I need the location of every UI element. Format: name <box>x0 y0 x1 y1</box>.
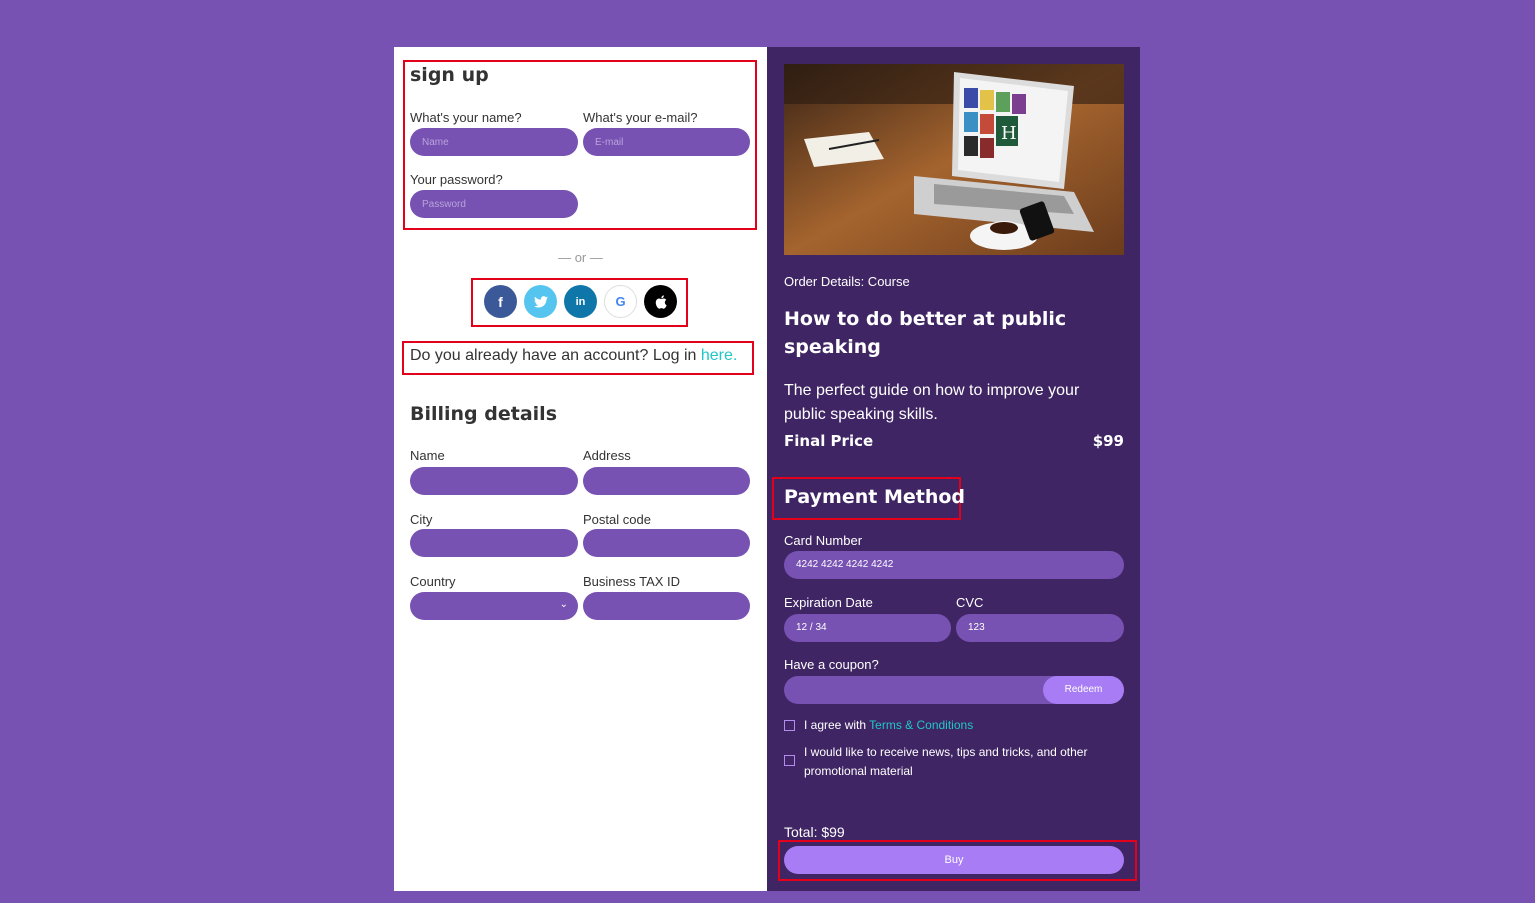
terms-text: I agree with Terms & Conditions <box>804 718 973 732</box>
name-label: What's your name? <box>410 110 522 125</box>
billing-name-input[interactable] <box>410 467 578 495</box>
expiry-input[interactable]: 12 / 34 <box>784 614 951 642</box>
billing-title: Billing details <box>410 403 557 425</box>
billing-city-input[interactable] <box>410 529 578 557</box>
login-link[interactable]: here. <box>701 347 737 364</box>
login-prompt: Do you already have an account? Log in h… <box>410 347 737 365</box>
buy-button[interactable]: Buy <box>784 846 1124 874</box>
redeem-button[interactable]: Redeem <box>1043 676 1124 704</box>
news-text: I would like to receive news, tips and t… <box>804 745 1088 778</box>
final-price-label: Final Price <box>784 432 874 450</box>
billing-name-label: Name <box>410 448 445 463</box>
cvc-input[interactable]: 123 <box>956 614 1124 642</box>
course-description: The perfect guide on how to improve your… <box>784 382 1080 423</box>
signup-title: sign up <box>410 64 489 86</box>
card-number-input[interactable]: 4242 4242 4242 4242 <box>784 551 1124 579</box>
svg-text:H: H <box>1001 123 1017 144</box>
billing-postal-input[interactable] <box>583 529 750 557</box>
or-divider: — or — <box>558 250 603 265</box>
terms-link[interactable]: Terms & Conditions <box>869 718 973 732</box>
coupon-label: Have a coupon? <box>784 657 879 672</box>
news-checkbox[interactable] <box>784 755 795 766</box>
checkout-card: sign up What's your name? What's your e-… <box>394 47 1140 891</box>
terms-prefix: I agree with <box>804 718 870 732</box>
signup-panel: sign up What's your name? What's your e-… <box>394 47 767 891</box>
final-price: $99 <box>1092 432 1124 450</box>
email-input[interactable] <box>583 128 750 156</box>
billing-city-label: City <box>410 512 433 527</box>
order-panel: H Order Details: Course How to do better… <box>767 47 1140 891</box>
country-select[interactable]: ⌄ <box>410 592 578 620</box>
login-prompt-text: Do you already have an account? Log in <box>410 347 701 364</box>
expiry-label: Expiration Date <box>784 595 873 610</box>
linkedin-icon[interactable]: in <box>564 285 597 318</box>
course-title: How to do better at public speaking <box>784 308 1067 358</box>
cvc-label: CVC <box>956 595 984 610</box>
payment-title: Payment Method <box>784 486 966 508</box>
card-number-label: Card Number <box>784 533 863 548</box>
google-icon[interactable]: G <box>604 285 637 318</box>
billing-country-label: Country <box>410 574 456 589</box>
billing-address-input[interactable] <box>583 467 750 495</box>
billing-tax-label: Business TAX ID <box>583 574 681 589</box>
total-label: Total: $99 <box>784 824 845 840</box>
name-input[interactable] <box>410 128 578 156</box>
password-input[interactable] <box>410 190 578 218</box>
billing-postal-label: Postal code <box>583 512 651 527</box>
twitter-icon[interactable] <box>524 285 557 318</box>
email-label: What's your e-mail? <box>583 110 698 125</box>
apple-icon[interactable] <box>644 285 677 318</box>
chevron-down-icon: ⌄ <box>559 599 568 610</box>
billing-address-label: Address <box>583 448 631 463</box>
password-label: Your password? <box>410 172 503 187</box>
billing-tax-input[interactable] <box>583 592 750 620</box>
order-details-label: Order Details: Course <box>784 274 910 289</box>
course-image: H <box>784 64 1124 255</box>
terms-checkbox[interactable] <box>784 720 795 731</box>
facebook-icon[interactable]: f <box>484 285 517 318</box>
